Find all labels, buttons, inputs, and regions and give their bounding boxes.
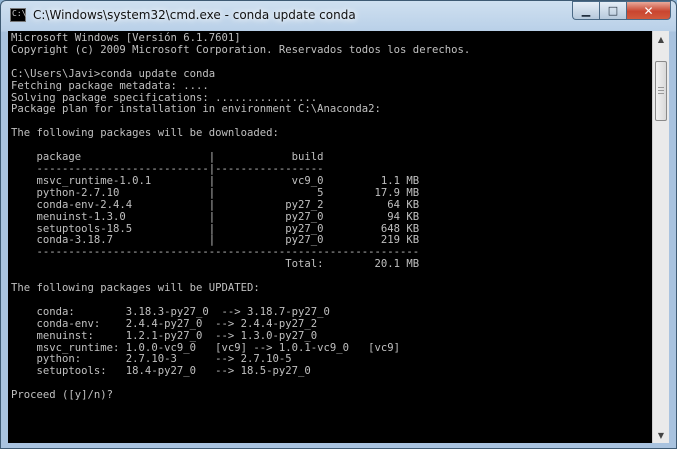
window-title: C:\Windows\system32\cmd.exe - conda upda… (33, 8, 356, 22)
close-icon: ✕ (643, 3, 654, 18)
cmd-window: C:\Windows\system32\cmd.exe - conda upda… (0, 0, 677, 449)
console-line: conda-env: 2.4.4-py27_0 --> 2.4.4-py27_2 (11, 317, 318, 330)
minimize-icon: ▁ (581, 4, 591, 17)
console-output[interactable]: Microsoft Windows [Versión 6.1.7601] Cop… (8, 31, 652, 443)
console-line: conda-3.18.7 | py27_0 219 KB (11, 234, 420, 247)
console-line: Fetching package metadata: .... (11, 79, 209, 92)
close-button[interactable]: ✕ (626, 1, 671, 20)
window-controls: ▁ □ ✕ (572, 1, 671, 20)
chevron-up-icon: ▲ (657, 34, 665, 44)
console-line: setuptools: 18.4-py27_0 --> 18.5-py27_0 (11, 365, 311, 378)
console-line: The following packages will be UPDATED: (11, 282, 260, 295)
console-line: Solving package specifications: ........… (11, 91, 318, 104)
maximize-icon: □ (607, 4, 619, 17)
console-line: ----------------------------------------… (11, 246, 420, 259)
thumb-grip (658, 93, 664, 94)
thumb-grip (658, 90, 664, 91)
thumb-grip (658, 87, 664, 88)
cmd-app-icon[interactable] (10, 8, 26, 22)
console-line: msvc_runtime: 1.0.0-vc9_0 [vc9] --> 1.0.… (11, 341, 401, 354)
console-line: Total: 20.1 MB (11, 258, 420, 271)
console-line: Copyright (c) 2009 Microsoft Corporation… (11, 43, 471, 56)
console-line: python: 2.7.10-3 --> 2.7.10-5 (11, 353, 292, 366)
chevron-down-icon: ▼ (657, 430, 665, 440)
console-line: menuinst-1.3.0 | py27_0 94 KB (11, 210, 420, 223)
console-line: Package plan for installation in environ… (11, 103, 381, 116)
minimize-button[interactable]: ▁ (572, 1, 599, 20)
console-line: Proceed ([y]/n)? (11, 389, 114, 402)
console-line: setuptools-18.5 | py27_0 648 KB (11, 222, 420, 235)
console-text: Microsoft Windows [Versión 6.1.7601] Cop… (8, 31, 652, 402)
title-bar[interactable]: C:\Windows\system32\cmd.exe - conda upda… (1, 1, 676, 30)
scroll-thumb[interactable] (655, 61, 667, 121)
console-line: The following packages will be downloade… (11, 127, 279, 140)
maximize-button[interactable]: □ (599, 1, 626, 20)
console-line: python-2.7.10 | 5 17.9 MB (11, 186, 420, 199)
scroll-down-button[interactable]: ▼ (654, 427, 668, 443)
console-line: package | build (11, 151, 324, 164)
console-line: conda: 3.18.3-py27_0 --> 3.18.7-py27_0 (11, 305, 330, 318)
console-line: conda-env-2.4.4 | py27_2 64 KB (11, 198, 420, 211)
console-line: ---------------------------|------------… (11, 162, 324, 175)
console-line: Microsoft Windows [Versión 6.1.7601] (11, 32, 241, 44)
scroll-up-button[interactable]: ▲ (654, 31, 668, 47)
vertical-scrollbar[interactable]: ▲ ▼ (652, 31, 669, 443)
console-line: C:\Users\Javi>conda update conda (11, 67, 216, 80)
console-line: menuinst: 1.2.1-py27_0 --> 1.3.0-py27_0 (11, 329, 318, 342)
console-line: msvc_runtime-1.0.1 | vc9_0 1.1 MB (11, 174, 420, 187)
